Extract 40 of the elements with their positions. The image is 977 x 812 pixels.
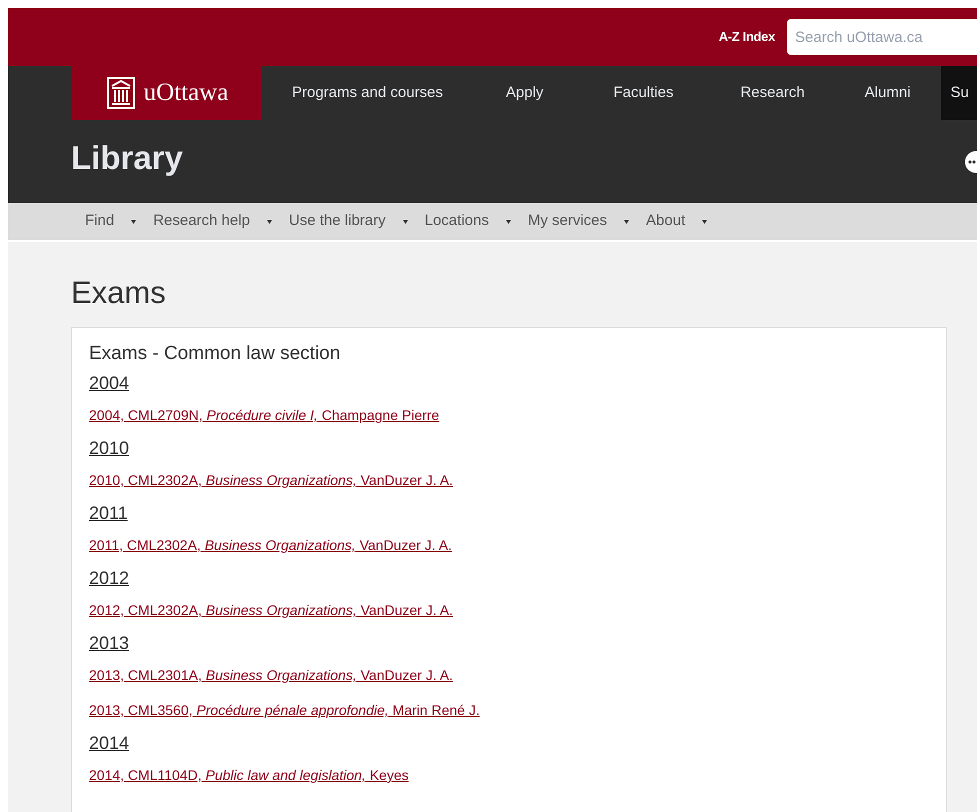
page-title: Exams (71, 274, 167, 312)
more-icon[interactable] (965, 150, 977, 172)
menu-link[interactable]: Use the library (288, 210, 408, 233)
year-link[interactable]: 2004 (89, 373, 130, 393)
menu-link[interactable]: Find (85, 210, 136, 233)
caret-icon (506, 220, 511, 224)
exam-link[interactable]: 2013, CML3560, Procédure pénale approfondie, Marin René J. (89, 702, 480, 718)
year-link[interactable]: 2011 (89, 503, 128, 523)
menu-link[interactable]: My services (528, 210, 630, 233)
exam-link[interactable]: 2011, CML2302A, Business Organizations, VanDuzer J. A. (89, 537, 452, 553)
caret-icon (266, 220, 272, 224)
exam-link[interactable]: 2004, CML2709N, Procédure civile I, Champagne Pierre (89, 407, 440, 423)
logo[interactable]: uOttawa (72, 66, 262, 120)
nav-link[interactable]: Apply (472, 66, 576, 120)
building-icon (106, 76, 136, 110)
caret-icon (702, 220, 708, 224)
nav-link[interactable]: Su (940, 66, 977, 120)
caret-icon (402, 220, 408, 224)
nav-link[interactable]: Research (710, 66, 835, 120)
caret-icon (131, 220, 136, 224)
brand-name: uOttawa (144, 78, 228, 108)
year-link[interactable]: 2010 (89, 438, 130, 458)
exam-link[interactable]: 2013, CML2301A, Business Organizations, VanDuzer J. A. (89, 667, 453, 683)
search-field[interactable]: Search uOttawa.ca (787, 19, 977, 55)
az-index-link[interactable]: A-Z Index (718, 27, 775, 47)
menu-link[interactable]: About (646, 210, 708, 233)
nav-link[interactable]: Alumni (834, 66, 941, 120)
year-link[interactable]: 2012 (89, 568, 130, 588)
nav-link[interactable]: Faculties (576, 66, 710, 120)
exam-link[interactable]: 2010, CML2302A, Business Organizations, VanDuzer J. A. (89, 472, 453, 488)
site-title: Library (71, 138, 183, 178)
year-link[interactable]: 2014 (89, 733, 130, 753)
caret-icon (624, 220, 630, 224)
menu-link[interactable]: Research help (153, 210, 272, 233)
year-link[interactable]: 2013 (89, 633, 130, 653)
card-title: Exams - Common law section (89, 342, 342, 366)
exam-link[interactable]: 2014, CML1104D, Public law and legislation, Keyes (89, 767, 409, 783)
nav-link[interactable]: Programs and courses (262, 66, 473, 120)
exam-link[interactable]: 2012, CML2302A, Business Organizations, VanDuzer J. A. (89, 602, 453, 618)
menu-link[interactable]: Locations (424, 210, 511, 233)
